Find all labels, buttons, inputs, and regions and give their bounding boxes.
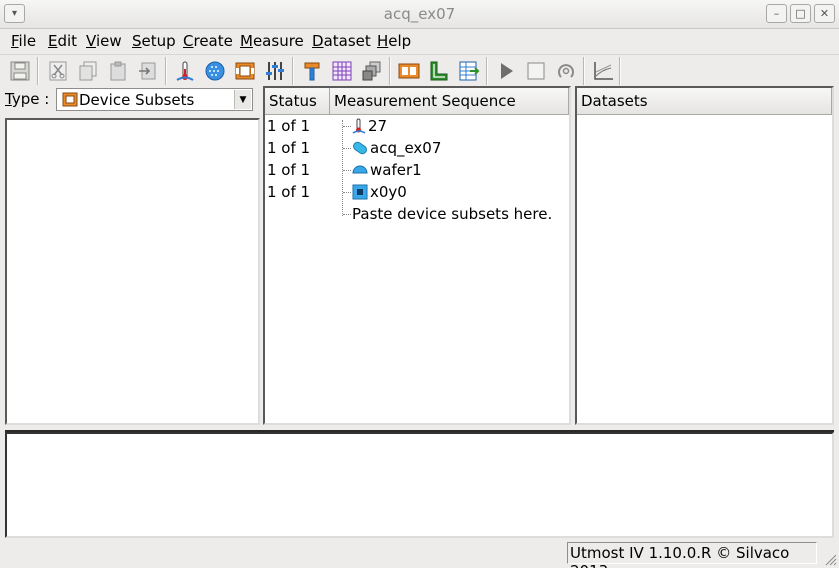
table-arrow-icon [459,61,480,81]
l-shape-icon [430,61,448,81]
device-button[interactable] [232,58,258,84]
resize-grip-icon[interactable] [823,552,837,566]
stop-button[interactable] [523,58,549,84]
status-bar: Utmost IV 1.10.0.R © Silvaco 2013 [0,540,839,568]
menu-file[interactable]: File [11,32,36,50]
routine-button[interactable] [426,58,452,84]
log-output-panel[interactable] [5,430,834,538]
save-icon [10,61,30,81]
module-icon [398,63,420,79]
paste-button[interactable] [105,58,131,84]
pill-icon [353,141,367,155]
type-select[interactable]: Device Subsets ▼ [56,88,253,111]
wafer-button[interactable] [202,58,228,84]
status-column-header[interactable]: Status [265,88,330,115]
module-button[interactable] [396,58,422,84]
grid-button[interactable] [329,58,355,84]
paste-special-button[interactable] [135,58,161,84]
thermometer-icon [176,61,194,81]
menu-edit[interactable]: Edit [48,32,77,50]
device-chip-icon [235,62,255,80]
minimize-button[interactable]: – [766,4,787,23]
menu-bar: File Edit View Setup Create Measure Data… [0,29,839,54]
run-button[interactable] [493,58,519,84]
row-status-wafer: 1 of 1 [267,161,311,179]
type-select-value: Device Subsets [79,90,195,109]
menu-create[interactable]: Create [183,32,233,50]
toolbar [0,54,839,86]
sequence-item-wafer[interactable]: wafer1 [352,161,422,179]
status-text: Utmost IV 1.10.0.R © Silvaco 2013 [567,542,817,568]
copy-icon [79,61,97,81]
plot-button[interactable] [590,58,616,84]
menu-measure[interactable]: Measure [240,32,304,50]
maximize-button[interactable]: □ [790,4,811,23]
copy-button[interactable] [75,58,101,84]
row-status-temperature: 1 of 1 [267,117,311,135]
paste-into-icon [139,62,156,80]
wafer-icon [205,61,225,81]
menu-view[interactable]: View [86,32,122,50]
temperature-icon [352,118,366,134]
device-subsets-list[interactable] [5,118,260,425]
menu-help[interactable]: Help [377,32,411,50]
device-subset-icon [62,92,78,107]
tree-connector [342,120,343,216]
die-icon [352,184,368,200]
chevron-down-icon[interactable]: ▼ [234,90,251,109]
stack-icon [362,61,381,81]
measurement-sequence-panel: Status Measurement Sequence 1 of 1 1 of … [263,86,571,425]
sequence-item-acquisition[interactable]: acq_ex07 [352,139,441,157]
hammer-icon [304,62,320,81]
repeat-button[interactable] [553,58,579,84]
tools-button[interactable] [299,58,325,84]
close-button[interactable]: ✕ [814,4,835,23]
grid-icon [332,61,352,81]
save-button[interactable] [7,58,33,84]
paste-hint[interactable]: Paste device subsets here. [352,205,552,223]
window-title: acq_ex07 [383,5,456,23]
title-bar: ▾ acq_ex07 – □ ✕ [0,0,839,29]
play-icon [501,63,513,79]
plot-axes-icon [594,62,613,80]
row-status-acquisition: 1 of 1 [267,139,311,157]
type-label: Type : [5,90,50,108]
sequence-item-temperature[interactable]: 27 [352,117,387,135]
datasets-column-header[interactable]: Datasets [577,88,832,115]
sliders-icon [266,62,284,80]
clipboard-icon [110,61,126,81]
table-export-button[interactable] [456,58,482,84]
cut-button[interactable] [45,58,71,84]
instrument-settings-button[interactable] [262,58,288,84]
sequence-column-header[interactable]: Measurement Sequence [330,88,569,115]
stop-icon [527,62,545,80]
menu-setup[interactable]: Setup [132,32,176,50]
sequence-item-die[interactable]: x0y0 [352,183,407,201]
row-status-die: 1 of 1 [267,183,311,201]
temperature-button[interactable] [172,58,198,84]
stack-button[interactable] [359,58,385,84]
wafer-icon [352,165,368,174]
scissors-icon [49,61,67,81]
menu-dataset[interactable]: Dataset [312,32,371,50]
loop-icon [558,64,574,78]
datasets-panel: Datasets [575,86,834,425]
